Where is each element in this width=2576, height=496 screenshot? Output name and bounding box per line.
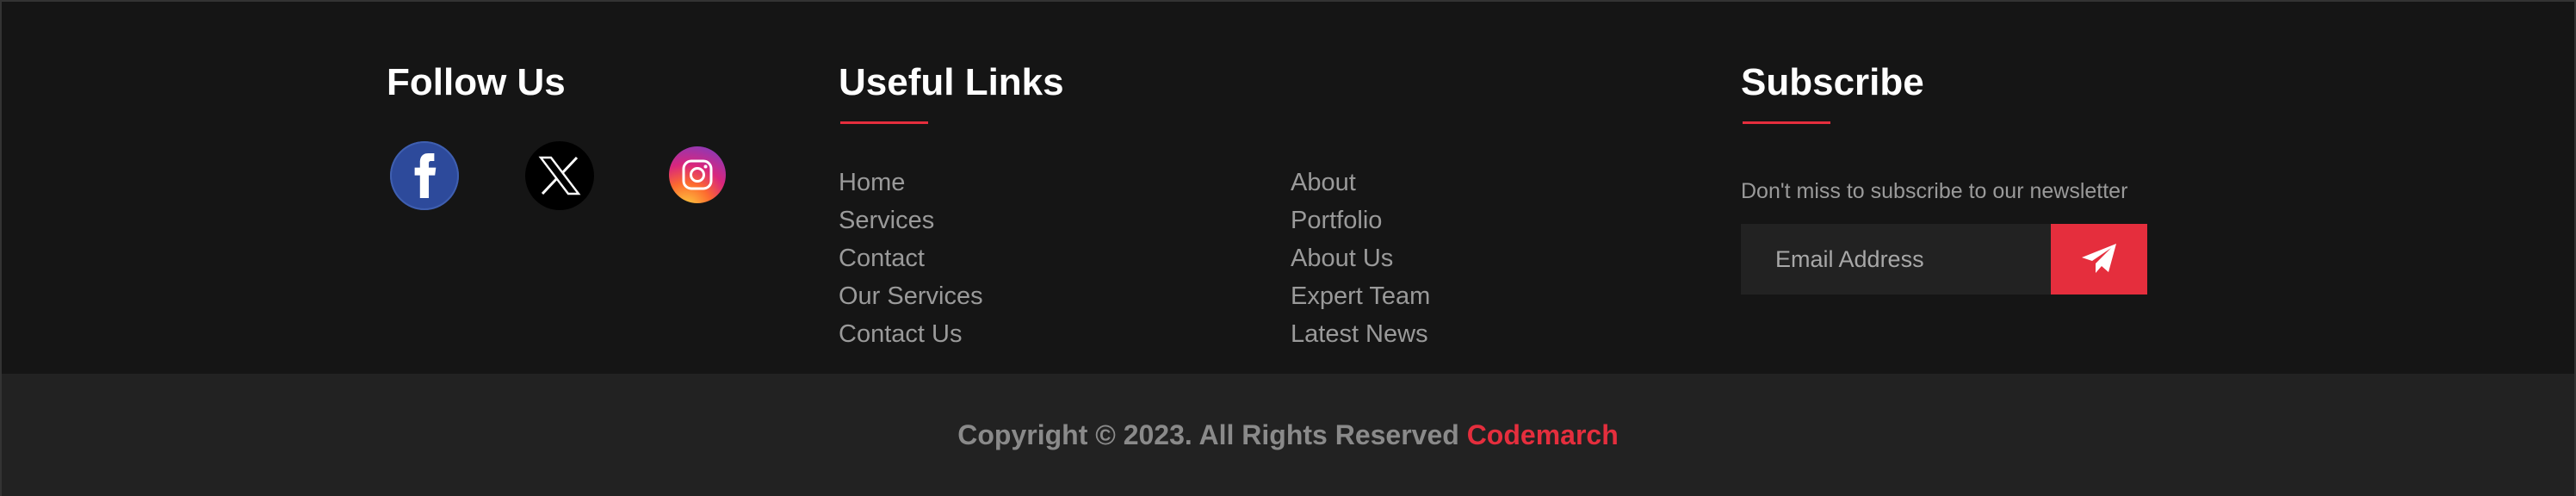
site-footer: Follow Us Useful Links Home Services Con… <box>0 0 2576 496</box>
link-services[interactable]: Services <box>839 202 983 239</box>
link-latest-news[interactable]: Latest News <box>1291 315 1430 353</box>
subscribe-tagline: Don't miss to subscribe to our newslette… <box>1741 179 2128 203</box>
subscribe-button[interactable] <box>2051 224 2147 294</box>
footer-top: Follow Us Useful Links Home Services Con… <box>2 2 2574 374</box>
link-portfolio[interactable]: Portfolio <box>1291 202 1430 239</box>
heading-underline <box>1743 121 1830 124</box>
heading-underline <box>840 121 928 124</box>
instagram-icon <box>682 159 713 190</box>
follow-us-heading: Follow Us <box>387 61 566 103</box>
useful-links-column-a: Home Services Contact Our Services Conta… <box>839 164 983 353</box>
copyright-bar: Copyright © 2023. All Rights Reserved Co… <box>2 374 2574 496</box>
instagram-link[interactable] <box>669 146 726 203</box>
useful-links-heading: Useful Links <box>839 61 1064 103</box>
brand-link[interactable]: Codemarch <box>1467 419 1619 450</box>
link-our-services[interactable]: Our Services <box>839 277 983 315</box>
link-about[interactable]: About <box>1291 164 1430 202</box>
x-twitter-icon <box>538 156 581 195</box>
subscribe-heading: Subscribe <box>1741 61 1924 103</box>
email-input[interactable] <box>1741 224 2051 294</box>
facebook-link[interactable] <box>390 141 459 210</box>
link-contact[interactable]: Contact <box>839 239 983 277</box>
link-expert-team[interactable]: Expert Team <box>1291 277 1430 315</box>
link-home[interactable]: Home <box>839 164 983 202</box>
x-twitter-link[interactable] <box>525 141 594 210</box>
copyright-text: Copyright © 2023. All Rights Reserved Co… <box>957 419 1618 451</box>
link-contact-us[interactable]: Contact Us <box>839 315 983 353</box>
paper-plane-icon <box>2082 244 2116 273</box>
useful-links-column-b: About Portfolio About Us Expert Team Lat… <box>1291 164 1430 353</box>
copyright-label: Copyright © 2023. All Rights Reserved <box>957 418 1467 450</box>
subscribe-form <box>1741 224 2147 294</box>
facebook-icon <box>414 153 437 198</box>
link-about-us[interactable]: About Us <box>1291 239 1430 277</box>
